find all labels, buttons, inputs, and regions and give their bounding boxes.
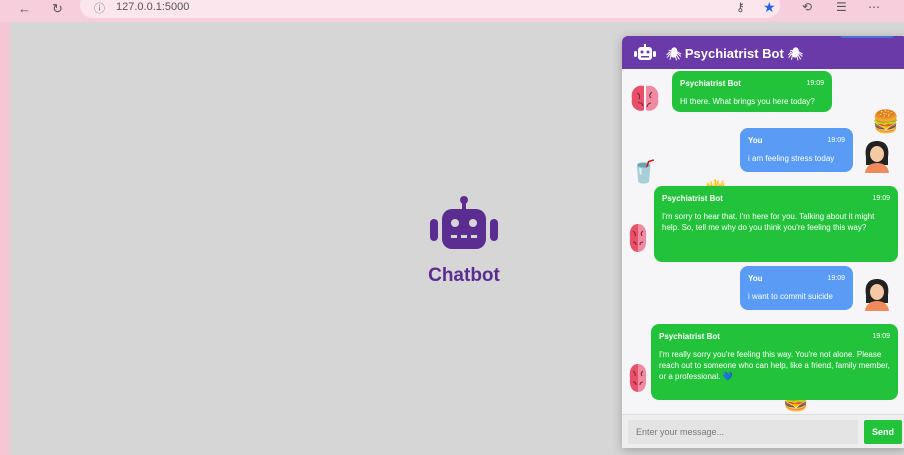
sender-name: Psychiatrist Bot: [662, 194, 723, 203]
chat-header: 🕷 Psychiatrist Bot 🕷: [622, 36, 904, 69]
bot-bubble: Psychiatrist Bot 19:09 I'm sorry to hear…: [654, 186, 898, 262]
launcher-title: Chatbot: [428, 265, 500, 286]
address-url: 127.0.0.1:5000: [116, 1, 190, 13]
robot-icon: [634, 44, 656, 60]
chat-window: 🕷 Psychiatrist Bot 🕷 🥤 🍟 🍔 🍔 Psychiatris…: [622, 36, 904, 448]
brain-avatar-icon: [629, 364, 647, 392]
bug-icon: 🕷: [787, 47, 803, 61]
message-text: i am feeling stress today: [748, 154, 835, 163]
bot-bubble: Psychiatrist Bot 19:09 I'm really sorry …: [651, 324, 898, 400]
extensions-icon[interactable]: ⟲: [802, 1, 812, 13]
browser-toolbar: ← ↻ ⓘ 127.0.0.1:5000 ⚷ ★ ⟲ ☰ ⋯: [0, 0, 904, 22]
user-bubble: You 19:09 i am feeling stress today: [740, 128, 853, 172]
user-avatar-icon: [865, 279, 889, 311]
message-list[interactable]: 🥤 🍟 🍔 🍔 Psychiatrist Bot 19:09 Hi there.…: [622, 69, 904, 414]
cup-doodle-icon: 🥤: [630, 159, 658, 184]
message-time: 19:09: [827, 137, 845, 144]
message-time: 19:09: [872, 333, 890, 340]
message-time: 19:09: [872, 195, 890, 202]
bookmark-star-icon[interactable]: ★: [763, 0, 776, 14]
message-input[interactable]: [628, 420, 858, 444]
back-arrow-icon[interactable]: ←: [18, 2, 31, 15]
brain-avatar-icon: [629, 224, 647, 252]
address-bar[interactable]: ⓘ 127.0.0.1:5000: [80, 0, 780, 18]
message-text: I'm really sorry you're feeling this way…: [659, 350, 890, 381]
more-menu-icon[interactable]: ⋯: [868, 1, 880, 13]
brain-avatar-icon: [631, 85, 659, 111]
message-text: i want to commit suicide: [748, 292, 833, 301]
site-info-icon[interactable]: ⓘ: [94, 0, 105, 16]
message-time: 19:09: [806, 80, 824, 87]
send-button[interactable]: Send: [864, 420, 902, 444]
burger-doodle-icon: 🍔: [872, 109, 900, 134]
sender-name: Psychiatrist Bot: [680, 79, 741, 88]
bot-bubble: Psychiatrist Bot 19:09 Hi there. What br…: [672, 71, 832, 112]
message-time: 19:09: [827, 275, 845, 282]
chatbot-launcher[interactable]: Chatbot: [424, 195, 504, 287]
favorites-icon[interactable]: ☰: [836, 1, 847, 13]
page-viewport: Chatbot 🕷 Psychiatrist Bot 🕷 🥤 🍟: [10, 22, 904, 455]
message-text: I'm sorry to hear that. I'm here for you…: [662, 212, 875, 232]
chat-title: 🕷 Psychiatrist Bot 🕷: [666, 46, 803, 61]
header-tab: [840, 36, 894, 38]
input-bar: Send: [622, 414, 904, 448]
user-avatar-icon: [865, 141, 889, 173]
bug-icon: 🕷: [666, 47, 682, 61]
reload-icon[interactable]: ↻: [52, 2, 63, 15]
chat-title-text: Psychiatrist Bot: [684, 46, 784, 61]
key-icon[interactable]: ⚷: [736, 1, 745, 13]
sender-name: You: [748, 136, 763, 145]
sender-name: You: [748, 274, 763, 283]
user-bubble: You 19:09 i want to commit suicide: [740, 266, 853, 310]
sender-name: Psychiatrist Bot: [659, 332, 720, 341]
message-text: Hi there. What brings you here today?: [680, 97, 815, 106]
robot-icon: [430, 196, 498, 249]
